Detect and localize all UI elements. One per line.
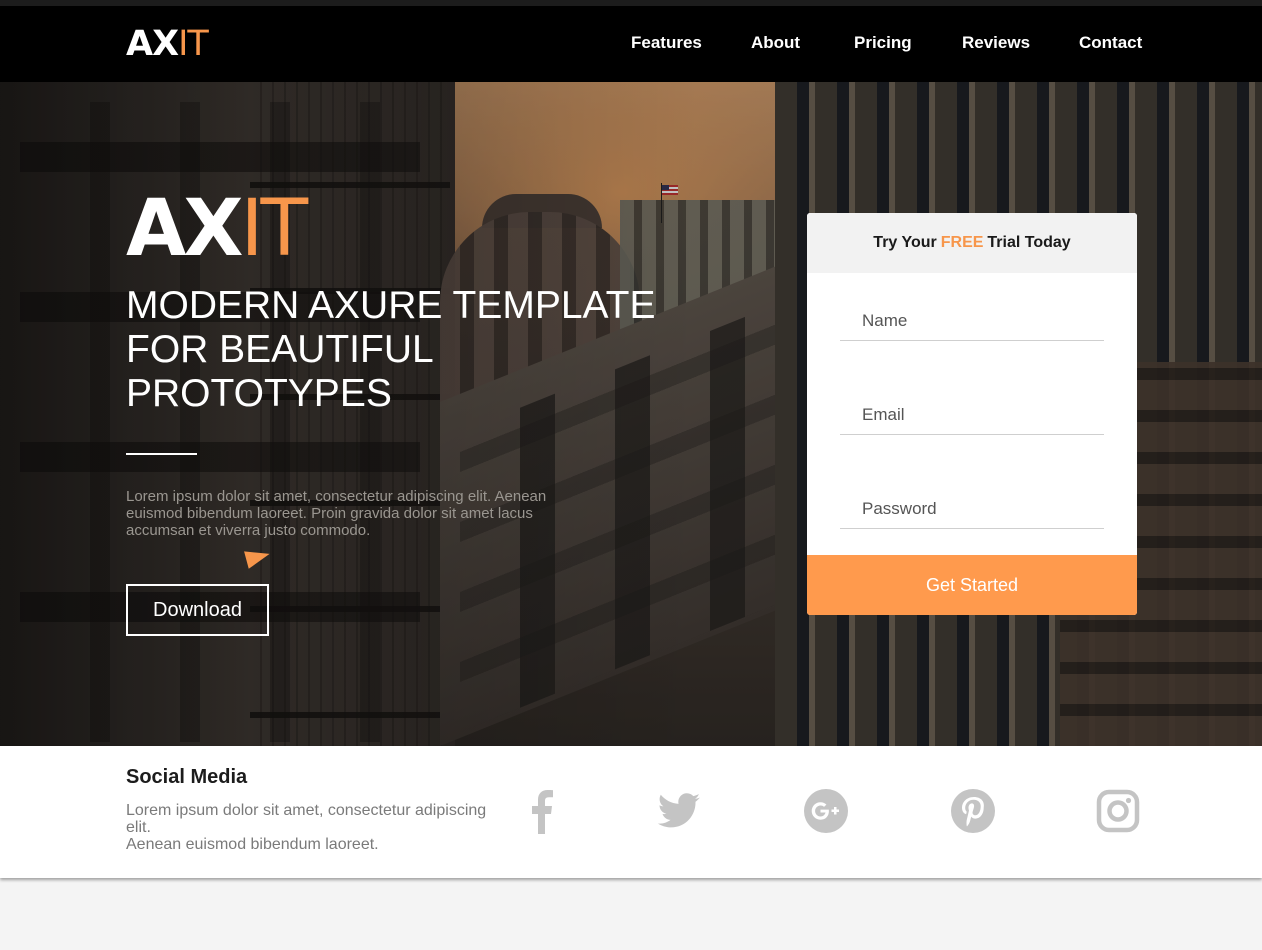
hero-logo-ax: AX <box>126 184 244 274</box>
nav-link-pricing[interactable]: Pricing <box>854 32 912 54</box>
twitter-icon[interactable] <box>656 788 702 834</box>
pinterest-icon[interactable] <box>950 788 996 834</box>
social-description-line: elit. <box>126 819 151 836</box>
social-media-section: Social Media Lorem ipsum dolor sit amet,… <box>0 746 1262 878</box>
hero-description: Lorem ipsum dolor sit amet, consectetur … <box>126 488 606 539</box>
navbar: AXIT Features About Pricing Reviews Cont… <box>0 6 1262 82</box>
signup-heading-after: Trial Today <box>987 234 1071 251</box>
nav-links: Features About Pricing Reviews Contact <box>0 32 1262 54</box>
email-field[interactable] <box>840 395 1104 435</box>
google-plus-icon[interactable] <box>803 788 849 834</box>
password-field[interactable] <box>840 489 1104 529</box>
nav-link-features[interactable]: Features <box>631 32 702 54</box>
hero-logo-it: IT <box>240 184 309 274</box>
hero-title-line: FOR BEAUTIFUL <box>126 328 434 371</box>
social-description-line: Aenean euismod bibendum laoreet. <box>126 836 379 853</box>
signup-heading-before: Try Your <box>873 234 937 251</box>
hero-description-line: euismod bibendum laoreet. Proin gravida … <box>126 505 533 522</box>
name-field[interactable] <box>840 301 1104 341</box>
social-title: Social Media <box>126 766 248 788</box>
hero-title-line: MODERN AXURE TEMPLATE <box>126 284 656 327</box>
social-description-line: Lorem ipsum dolor sit amet, consectetur … <box>126 802 487 819</box>
hero-title-line: PROTOTYPES <box>126 372 392 415</box>
hero-description-line: accumsan et viverra justo commodo. <box>126 522 371 539</box>
hero-divider <box>126 453 197 455</box>
facebook-icon[interactable] <box>519 788 565 834</box>
nav-link-about[interactable]: About <box>751 32 800 54</box>
nav-link-contact[interactable]: Contact <box>1079 32 1142 54</box>
signup-card-header: Try Your FREE Trial Today <box>807 213 1137 273</box>
hero-description-line: Lorem ipsum dolor sit amet, consectetur … <box>126 488 547 505</box>
hero-logo: AXIT <box>126 184 309 274</box>
instagram-icon[interactable] <box>1095 788 1141 834</box>
signup-heading-free: FREE <box>940 234 984 251</box>
signup-card: Try Your FREE Trial Today Get Started <box>807 213 1137 615</box>
get-started-button[interactable]: Get Started <box>807 555 1137 615</box>
nav-link-reviews[interactable]: Reviews <box>962 32 1030 54</box>
social-description: Lorem ipsum dolor sit amet, consectetur … <box>126 802 516 853</box>
download-button[interactable]: Download <box>126 584 269 636</box>
hero-title: MODERN AXURE TEMPLATE FOR BEAUTIFUL PROT… <box>126 284 686 416</box>
